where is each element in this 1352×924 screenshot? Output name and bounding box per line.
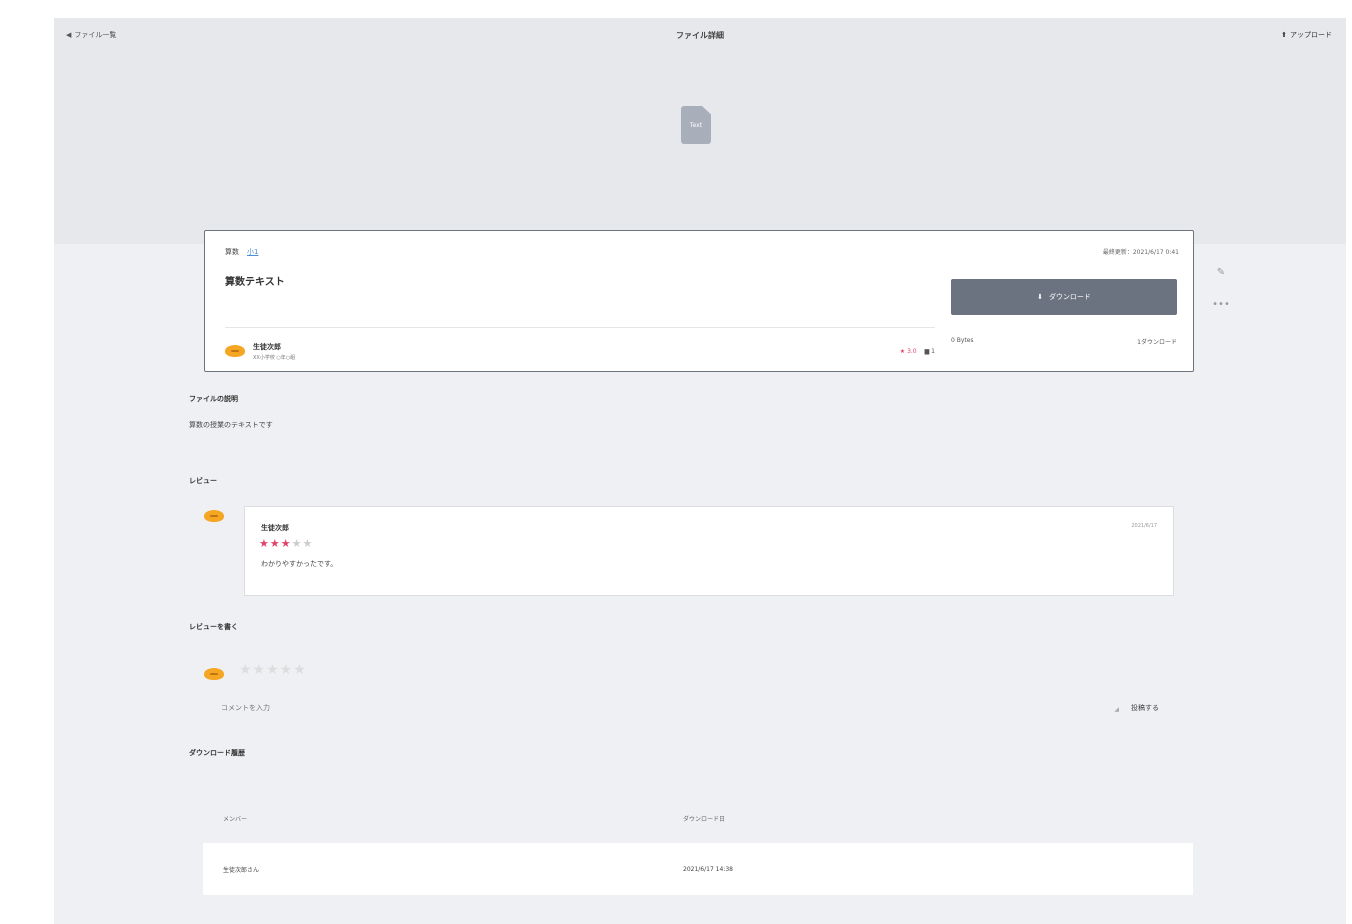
file-stats: ★ 3.0 ▆ 1: [900, 348, 935, 355]
last-updated: 最終更新：2021/6/17 0:41: [1102, 249, 1179, 256]
attach-button[interactable]: ✎: [1204, 256, 1238, 288]
review-date: 2021/6/17: [1131, 523, 1157, 529]
write-review-section: レビューを書く ★★★★★ ◢ 投稿する: [189, 622, 1199, 722]
history-table: メンバー ダウンロード日 生徒次郎さん 2021/6/17 14:38: [203, 793, 1193, 895]
upload-icon: ⬆: [1281, 31, 1287, 39]
avatar: [204, 668, 224, 680]
upload-button[interactable]: ⬆ アップロード: [1281, 30, 1332, 40]
file-type-label: Text: [689, 121, 703, 129]
table-header: メンバー ダウンロード日: [203, 793, 1193, 843]
grade-label: 小1: [247, 248, 259, 256]
stars-empty: ★★: [291, 537, 314, 550]
table-row: 生徒次郎さん 2021/6/17 14:38: [203, 843, 1193, 895]
history-heading: ダウンロード履歴: [189, 749, 245, 757]
download-count: 1ダウンロード: [1137, 339, 1177, 346]
file-meta: 0 Bytes 1ダウンロード: [951, 337, 1177, 346]
paperclip-icon: ✎: [1216, 266, 1226, 278]
review-heading: レビュー: [189, 477, 217, 485]
download-button[interactable]: ⬇ ダウンロード: [951, 279, 1177, 315]
resize-handle-icon[interactable]: ◢: [1114, 706, 1119, 713]
side-actions: ✎ •••: [1204, 256, 1238, 320]
column-date: ダウンロード日: [683, 815, 726, 823]
star-icon: ★: [899, 347, 906, 355]
page: ◀ ファイル一覧 ファイル詳細 ⬆ アップロード Text 算数 小1 算数テキ…: [0, 0, 1352, 924]
subject-label: 算数: [225, 248, 239, 256]
history-date: 2021/6/17 14:38: [683, 865, 733, 873]
owner-school: ⅩⅩ小学校 ○年○組: [253, 354, 296, 361]
description-heading: ファイルの説明: [189, 395, 238, 403]
review-section: レビュー 生徒次郎 ★★★★★ わかりやすかったです。 2021/6/17: [189, 476, 1199, 606]
file-type-icon: Text: [681, 106, 711, 144]
divider: [225, 327, 935, 328]
avatar: [225, 345, 245, 357]
review-text: わかりやすかったです。: [261, 560, 338, 568]
download-icon: ⬇: [1037, 293, 1043, 301]
avatar: [204, 510, 224, 522]
owner-row: 生徒次郎 ⅩⅩ小学校 ○年○組 ★ 3.0 ▆ 1: [225, 339, 935, 363]
file-size: 0 Bytes: [951, 337, 974, 344]
file-hero: ◀ ファイル一覧 ファイル詳細 ⬆ アップロード Text: [54, 18, 1346, 244]
more-icon: •••: [1212, 298, 1230, 310]
owner-info: 生徒次郎 ⅩⅩ小学校 ○年○組: [253, 342, 295, 361]
upload-label: アップロード: [1290, 31, 1332, 39]
owner-name: 生徒次郎: [253, 342, 281, 351]
review-card: 生徒次郎 ★★★★★ わかりやすかったです。 2021/6/17: [244, 506, 1174, 596]
comment-input[interactable]: [221, 700, 1111, 716]
column-member: メンバー: [223, 815, 248, 823]
description-text: 算数の授業のテキストです: [189, 421, 273, 429]
comment-count: 1: [931, 347, 935, 355]
description-section: ファイルの説明 算数の授業のテキストです: [189, 394, 1199, 456]
rating-value: 3.0: [907, 347, 917, 355]
review-stars: ★★★★★: [259, 537, 313, 550]
file-info-card: 算数 小1 算数テキスト 生徒次郎 ⅩⅩ小学校 ○年○組 ★ 3.0 ▆ 1 最…: [204, 230, 1194, 372]
stars-filled: ★★★: [259, 537, 292, 550]
comment-icon: ▆: [924, 347, 930, 355]
file-summary[interactable]: 算数 小1 算数テキスト 生徒次郎 ⅩⅩ小学校 ○年○組 ★ 3.0 ▆ 1: [225, 247, 935, 363]
rating-stat: ★ 3.0: [900, 348, 917, 355]
subject-row: 算数 小1: [225, 247, 935, 257]
file-download-panel: 最終更新：2021/6/17 0:41 ⬇ ダウンロード 0 Bytes 1ダウ…: [951, 247, 1179, 363]
history-member: 生徒次郎さん: [223, 866, 260, 874]
file-title: 算数テキスト: [225, 277, 285, 288]
download-label: ダウンロード: [1048, 293, 1091, 301]
main-canvas: ◀ ファイル一覧 ファイル詳細 ⬆ アップロード Text 算数 小1 算数テキ…: [54, 18, 1346, 924]
post-review-button[interactable]: 投稿する: [1131, 703, 1159, 713]
download-history-section: ダウンロード履歴 メンバー ダウンロード日 生徒次郎さん 2021/6/17 1…: [189, 748, 1199, 908]
more-options-button[interactable]: •••: [1204, 288, 1238, 320]
page-title: ファイル詳細: [676, 31, 724, 40]
rating-input-stars[interactable]: ★★★★★: [239, 662, 307, 678]
reviewer-name: 生徒次郎: [261, 524, 289, 532]
write-review-heading: レビューを書く: [189, 623, 238, 631]
comment-stat: ▆ 1: [925, 348, 935, 355]
